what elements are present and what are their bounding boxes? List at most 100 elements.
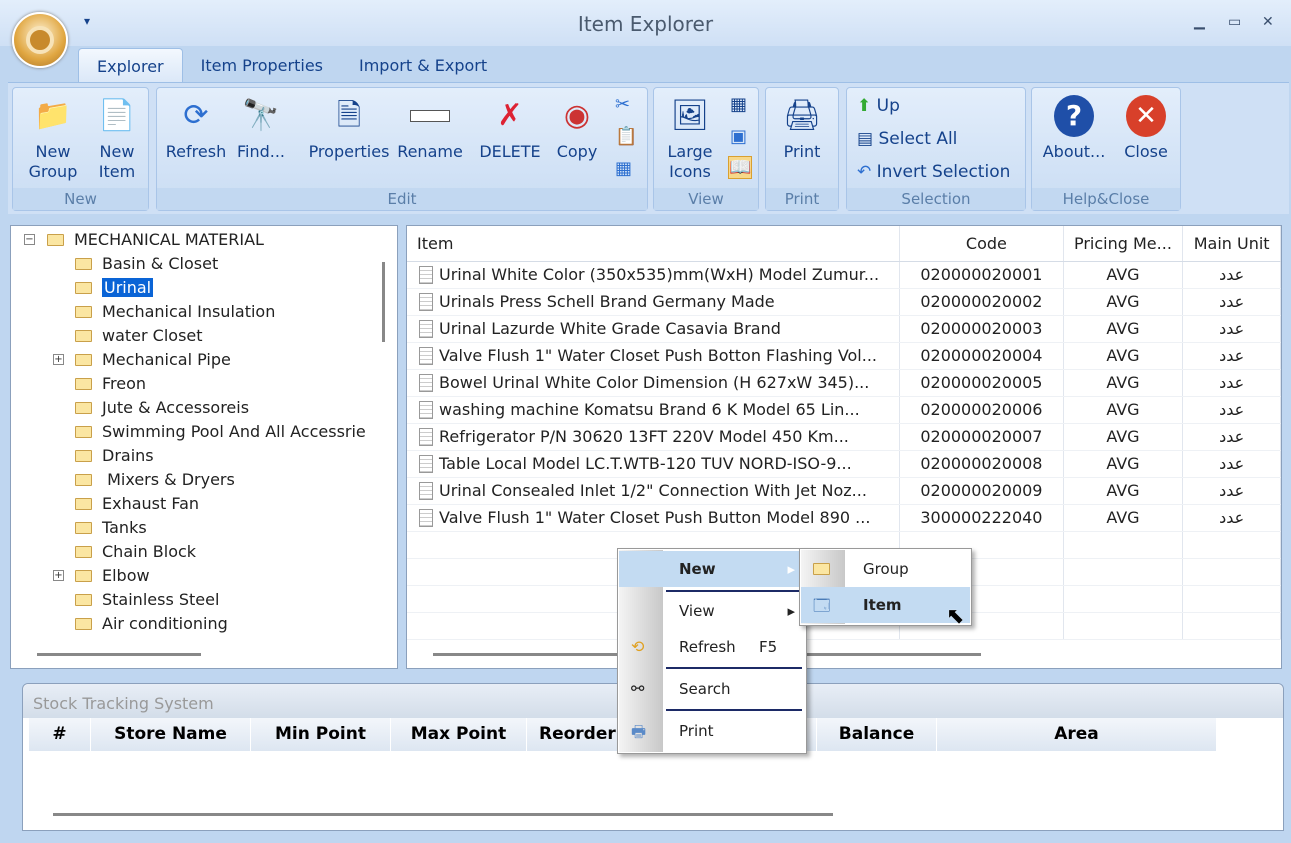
menu-item-print[interactable]: 🖶 Print <box>619 713 805 749</box>
printer-icon: 🖶 <box>631 722 647 741</box>
cell-item: Refrigerator P/N 30620 13FT 220V Model 4… <box>439 427 849 446</box>
column-header-code[interactable]: Code <box>899 226 1064 262</box>
paste-icon[interactable]: 📋 <box>615 126 637 147</box>
menu-item-view[interactable]: View ▸ <box>619 593 805 629</box>
folder-icon <box>47 234 64 246</box>
cut-icon[interactable]: ✂ <box>615 94 630 115</box>
new-group-button[interactable]: 📁 New Group <box>19 94 87 182</box>
folder-icon <box>75 354 92 366</box>
find-button[interactable]: 🔭 Find... <box>233 94 289 162</box>
tree-item[interactable]: Exhaust Fan <box>75 494 199 513</box>
table-row[interactable]: Urinal White Color (350x535)mm(WxH) Mode… <box>407 261 1281 289</box>
cell-code: 020000020007 <box>899 423 1064 451</box>
ribbon: 📁 New Group 📄 New Item New ⟳ Refresh 🔭 Find.… <box>8 82 1289 214</box>
invert-selection-button[interactable]: ↶ Invert Selection <box>857 162 1010 182</box>
tab-explorer[interactable]: Explorer <box>78 48 183 82</box>
minimize-button[interactable]: ▁ <box>1194 14 1205 30</box>
cell-code: 020000020006 <box>899 396 1064 424</box>
tree-item[interactable]: Air conditioning <box>75 614 228 633</box>
details-icon[interactable]: 📖 <box>728 156 753 179</box>
tab-item-properties[interactable]: Item Properties <box>183 48 341 82</box>
properties-button[interactable]: 🗎 Properties <box>303 94 395 162</box>
cell-pricing-method: AVG <box>1063 477 1184 505</box>
cell-item: Urinal Lazurde White Grade Casavia Brand <box>439 319 781 338</box>
column-header-main-unit[interactable]: Main Unit <box>1182 226 1281 262</box>
column-header-number[interactable]: # <box>29 718 91 751</box>
document-icon <box>419 347 433 365</box>
column-header-pricing-method[interactable]: Pricing Me... <box>1063 226 1184 262</box>
group-label: Edit <box>157 188 647 210</box>
tree-item[interactable]: Urinal <box>75 278 154 297</box>
column-header-area[interactable]: Area <box>937 718 1217 751</box>
cell-pricing-method: AVG <box>1063 504 1184 532</box>
small-icons-icon[interactable]: ▦ <box>730 94 747 115</box>
column-header-item[interactable]: Item <box>407 226 901 262</box>
collapse-toggle[interactable]: − <box>24 234 35 245</box>
table-row[interactable]: Valve Flush 1" Water Closet Push Botton … <box>407 342 1281 370</box>
maximize-button[interactable]: ▭ <box>1228 14 1241 30</box>
expand-toggle[interactable]: + <box>53 570 64 581</box>
menu-item-item[interactable]: 🗔 Item <box>801 587 970 623</box>
cell-main-unit: عدد <box>1182 261 1281 289</box>
tree-item[interactable]: Tanks <box>75 518 147 537</box>
up-button[interactable]: ⬆ Up <box>857 96 900 116</box>
folder-icon: 📁 <box>34 98 72 133</box>
table-row[interactable]: Table Local Model LC.T.WTB-120 TUV NORD-… <box>407 450 1281 478</box>
tree-item[interactable]: Chain Block <box>75 542 196 561</box>
horizontal-scrollbar[interactable] <box>53 813 833 816</box>
tree-item[interactable]: Mechanical Insulation <box>75 302 275 321</box>
refresh-button[interactable]: ⟳ Refresh <box>163 94 229 162</box>
tree-item[interactable]: Swimming Pool And All Accessrie <box>75 422 366 441</box>
tree-item[interactable]: Stainless Steel <box>75 590 219 609</box>
select-all-button[interactable]: ▤ Select All <box>857 129 957 149</box>
menu-item-refresh[interactable]: ⟲ Refresh F5 <box>619 629 805 665</box>
column-header-min-point[interactable]: Min Point <box>251 718 391 751</box>
column-header-balance[interactable]: Balance <box>817 718 937 751</box>
table-row[interactable]: Bowel Urinal White Color Dimension (H 62… <box>407 369 1281 397</box>
refresh-icon: ⟳ <box>183 98 209 133</box>
copy-disc-icon: ◉ <box>563 98 591 133</box>
rename-button[interactable]: Rename <box>395 94 465 162</box>
tree-item[interactable]: Elbow <box>75 566 150 585</box>
refresh-icon: ⟲ <box>631 637 645 656</box>
column-header-max-point[interactable]: Max Point <box>391 718 527 751</box>
new-item-button[interactable]: 📄 New Item <box>89 94 145 182</box>
table-row[interactable]: Urinal Lazurde White Grade Casavia Brand… <box>407 315 1281 343</box>
tree-item[interactable]: Jute & Accessoreis <box>75 398 249 417</box>
large-icons-button[interactable]: 🖼 Large Icons <box>658 94 722 182</box>
document-icon <box>419 401 433 419</box>
vertical-scrollbar[interactable] <box>382 262 385 342</box>
folder-icon <box>75 546 92 558</box>
tree-item[interactable]: Mechanical Pipe <box>75 350 231 369</box>
column-header-store-name[interactable]: Store Name <box>91 718 251 751</box>
list-icon[interactable]: ▣ <box>730 126 747 147</box>
tree-item[interactable]: Mixers & Dryers <box>75 470 235 489</box>
tree-item[interactable]: Basin & Closet <box>75 254 218 273</box>
table-row[interactable]: Valve Flush 1" Water Closet Push Button … <box>407 504 1281 532</box>
table-row[interactable]: Urinal Consealed Inlet 1/2" Connection W… <box>407 477 1281 505</box>
close-button[interactable]: ✕ Close <box>1116 94 1176 162</box>
table-row[interactable]: Urinals Press Schell Brand Germany Made 0… <box>407 288 1281 316</box>
grid-icon[interactable]: ▦ <box>615 158 632 179</box>
tree-item[interactable]: water Closet <box>75 326 203 345</box>
tree-root[interactable]: MECHANICAL MATERIAL <box>47 230 264 249</box>
menu-item-group[interactable]: Group <box>801 551 970 587</box>
tab-import-export[interactable]: Import & Export <box>341 48 505 82</box>
tree-item[interactable]: Drains <box>75 446 154 465</box>
table-row[interactable]: washing machine Komatsu Brand 6 K Model … <box>407 396 1281 424</box>
cell-item: Valve Flush 1" Water Closet Push Botton … <box>439 346 878 365</box>
tree-item[interactable]: Freon <box>75 374 146 393</box>
menu-item-search[interactable]: ⚯ Search <box>619 671 805 707</box>
group-new: 📁 New Group 📄 New Item New <box>12 87 149 211</box>
application-menu-button[interactable] <box>12 12 68 68</box>
horizontal-scrollbar[interactable] <box>37 653 201 656</box>
close-window-button[interactable]: ✕ <box>1262 14 1274 30</box>
copy-button[interactable]: ◉ Copy <box>551 94 603 162</box>
menu-item-new[interactable]: New ▸ <box>619 551 805 587</box>
about-button[interactable]: ? About... <box>1036 94 1112 162</box>
folder-icon <box>75 402 92 414</box>
delete-button[interactable]: ✗ DELETE <box>475 94 545 162</box>
expand-toggle[interactable]: + <box>53 354 64 365</box>
print-button[interactable]: 🖨 Print <box>772 94 832 162</box>
table-row[interactable]: Refrigerator P/N 30620 13FT 220V Model 4… <box>407 423 1281 451</box>
